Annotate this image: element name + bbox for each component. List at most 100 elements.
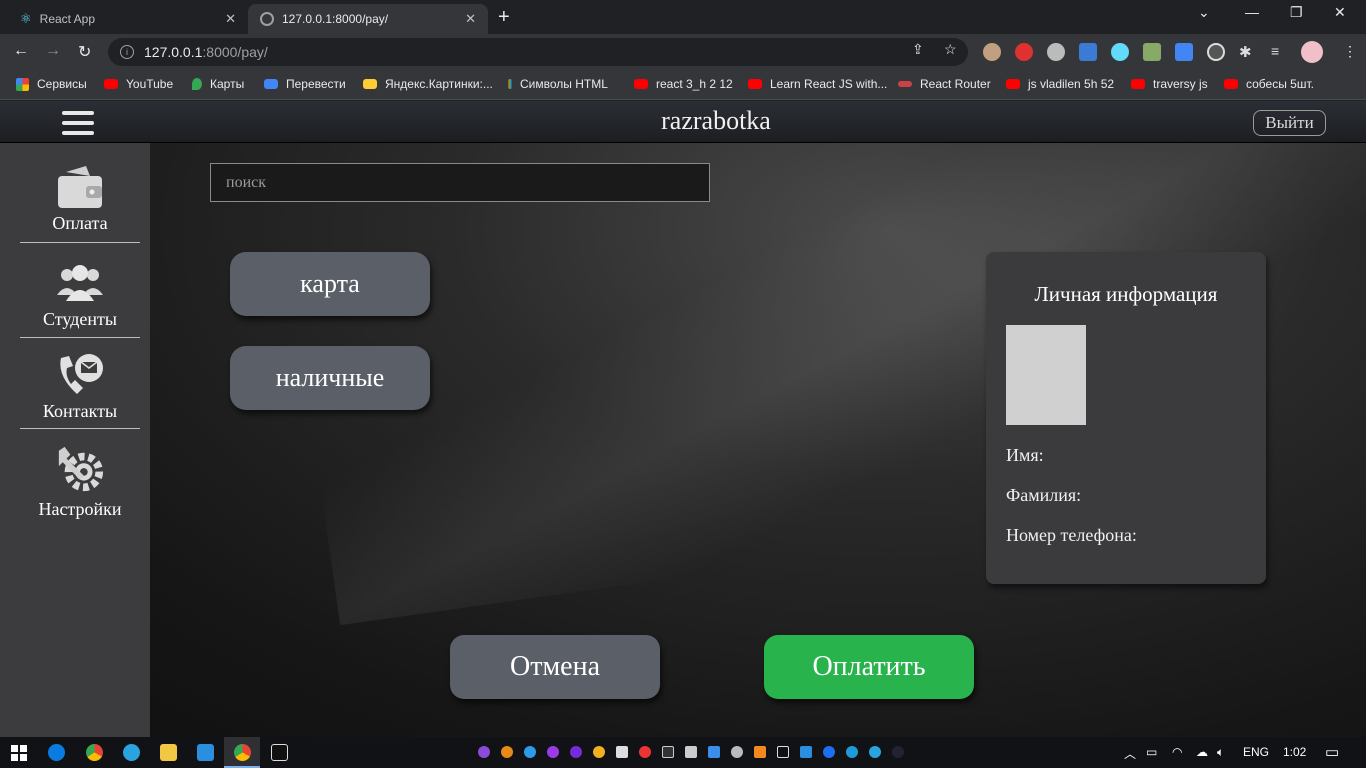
tab-search-icon[interactable]: ⌄ (1198, 4, 1210, 21)
extension-icon[interactable] (1047, 43, 1065, 61)
bookmark-item[interactable]: YouTube (104, 77, 173, 91)
share-icon[interactable]: ⇪ (912, 41, 924, 58)
react-router-icon (898, 81, 912, 87)
yandex-images-icon (363, 79, 377, 89)
photoshop-icon[interactable] (524, 746, 536, 758)
html-symbols-icon (508, 79, 512, 89)
extension-icon[interactable] (1143, 43, 1161, 61)
volume-icon[interactable]: 🔈︎ (1217, 745, 1224, 760)
sidebar-item-label: Оплата (52, 213, 108, 233)
bookmark-item[interactable]: js vladilen 5h 52 (1006, 77, 1114, 91)
react-devtools-icon[interactable] (1111, 43, 1129, 61)
address-bar[interactable]: i 127.0.0.1:8000/pay/ (108, 38, 968, 66)
file-explorer-icon[interactable] (160, 744, 177, 761)
close-window-icon[interactable]: ✕ (1334, 4, 1346, 21)
language-indicator[interactable]: ENG (1243, 745, 1269, 759)
name-label: Имя: (1006, 445, 1044, 465)
extension-icon[interactable] (983, 43, 1001, 61)
reload-icon[interactable]: ↻ (78, 42, 91, 62)
sublime-icon[interactable] (754, 746, 766, 758)
chrome-icon[interactable] (86, 744, 103, 761)
close-icon[interactable]: ✕ (225, 11, 236, 27)
personal-info-card: Личная информация Имя: Фамилия: Номер те… (986, 252, 1266, 584)
premiere-icon[interactable] (547, 746, 559, 758)
teamviewer-icon[interactable] (846, 746, 858, 758)
clock[interactable]: 1:02 (1283, 745, 1306, 759)
tab-pay[interactable]: 127.0.0.1:8000/pay/ ✕ (248, 4, 488, 34)
close-icon[interactable]: ✕ (465, 11, 476, 27)
bookmark-item[interactable]: React Router (898, 77, 991, 91)
bookmark-star-icon[interactable]: ☆ (944, 41, 957, 58)
avatar[interactable] (1301, 41, 1323, 63)
puzzle-icon[interactable]: ✱ (1239, 43, 1257, 61)
bookmark-item[interactable]: react 3_h 2 12 (634, 77, 733, 91)
vscode-icon[interactable] (197, 744, 214, 761)
forward-icon[interactable]: → (45, 42, 61, 60)
bookmark-item[interactable]: собесы 5шт. (1224, 77, 1314, 91)
bookmark-item[interactable]: Карты (192, 77, 244, 91)
zoom-icon[interactable] (823, 746, 835, 758)
vscode-icon[interactable] (800, 746, 812, 758)
app-icon[interactable] (570, 746, 582, 758)
app-icon[interactable] (685, 746, 697, 758)
translate-icon (264, 79, 278, 89)
bookmark-item[interactable]: Перевести (264, 77, 346, 91)
illustrator-icon[interactable] (501, 746, 513, 758)
bookmark-label: YouTube (126, 77, 174, 91)
bookmark-item[interactable]: Сервисы (16, 77, 87, 91)
after-effects-icon[interactable] (478, 746, 490, 758)
new-tab-button[interactable]: + (498, 6, 510, 29)
back-icon[interactable]: ← (13, 42, 29, 60)
onedrive-icon[interactable]: ☁ (1196, 745, 1208, 759)
bookmark-item[interactable]: traversy js (1131, 77, 1208, 91)
minimize-icon[interactable]: — (1245, 4, 1259, 20)
restore-icon[interactable]: ❐ (1290, 4, 1303, 21)
translate-extension-icon[interactable] (1175, 43, 1193, 61)
bookmark-item[interactable]: Learn React JS with... (748, 77, 887, 91)
wifi-icon[interactable]: ◠ (1172, 745, 1182, 759)
card-payment-button[interactable]: карта (230, 252, 430, 316)
battery-icon[interactable]: ▭ (1146, 745, 1157, 759)
app-header: razrabotka Выйти (0, 101, 1366, 143)
edge-icon[interactable] (48, 744, 65, 761)
logout-button[interactable]: Выйти (1253, 110, 1326, 136)
maps-icon (192, 78, 202, 90)
app-icon[interactable] (731, 746, 743, 758)
terminal-icon[interactable] (662, 746, 674, 758)
cancel-button[interactable]: Отмена (450, 635, 660, 699)
bookmark-item[interactable]: Символы HTML (508, 77, 608, 91)
address-host: 127.0.0.1 (144, 44, 203, 60)
extension-icon[interactable] (1015, 43, 1033, 61)
telegram-icon[interactable] (123, 744, 140, 761)
search-input[interactable] (210, 163, 710, 202)
notifications-icon[interactable]: ▭ (1325, 743, 1339, 761)
extension-icon[interactable] (1079, 43, 1097, 61)
sidebar-item-students[interactable]: Студенты (20, 259, 140, 330)
sidebar-divider (20, 428, 140, 429)
windows-start-icon[interactable] (11, 745, 27, 761)
tab-react-app[interactable]: ⚛ React App ✕ (8, 4, 248, 34)
bookmark-item[interactable]: Яндекс.Картинки:... (363, 77, 493, 91)
telegram-icon[interactable] (869, 746, 881, 758)
pay-button[interactable]: Оплатить (764, 635, 974, 699)
taskbar-active-chrome[interactable] (224, 737, 260, 768)
cash-payment-button[interactable]: наличные (230, 346, 430, 410)
pycharm-icon[interactable] (271, 744, 288, 761)
tray-chevron-icon[interactable]: ︿ (1124, 745, 1136, 762)
record-icon[interactable] (639, 746, 651, 758)
sidebar-item-contacts[interactable]: Контакты (20, 351, 140, 422)
sidebar-item-payment[interactable]: Оплата (20, 163, 140, 234)
app-icon[interactable] (892, 746, 904, 758)
sidebar-item-settings[interactable]: Настройки (20, 443, 140, 520)
site-info-icon[interactable]: i (120, 45, 134, 59)
pycharm-icon[interactable] (777, 746, 789, 758)
app-icon[interactable] (708, 746, 720, 758)
menu-icon[interactable]: ⋮ (1343, 43, 1357, 60)
brand-title: razrabotka (661, 106, 771, 135)
tab-title: React App (39, 12, 96, 26)
reading-list-icon[interactable]: ≡ (1271, 43, 1289, 61)
bookmark-label: Символы HTML (520, 77, 608, 91)
extension-icon[interactable] (1207, 43, 1225, 61)
app-icon[interactable] (593, 746, 605, 758)
app-icon[interactable] (616, 746, 628, 758)
